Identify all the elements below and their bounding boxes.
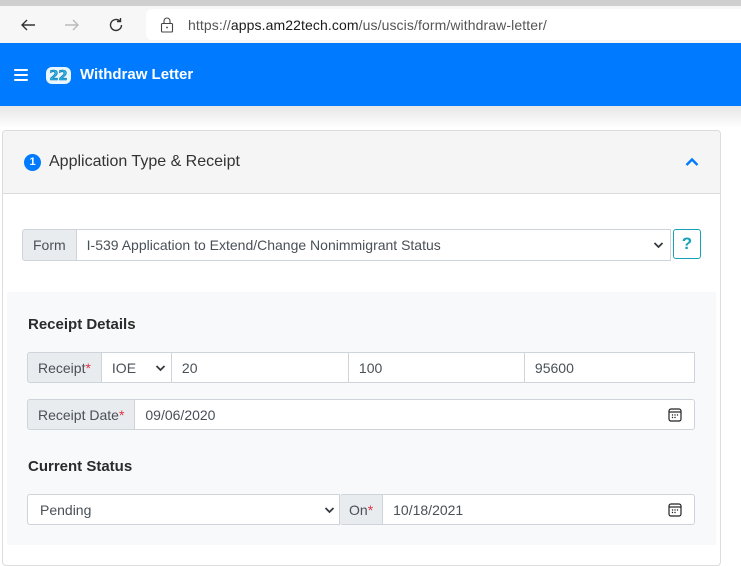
receipt-date-label-text: Receipt Date — [38, 406, 119, 423]
forward-arrow-icon — [65, 19, 79, 30]
receipt-number-row: Receipt * IOE 20 100 95600 — [27, 352, 695, 383]
url-text: https://apps.am22tech.com/us/uscis/form/… — [188, 17, 547, 33]
receipt-label: Receipt * — [27, 352, 102, 383]
browser-toolbar: https://apps.am22tech.com/us/uscis/form/… — [0, 6, 741, 43]
forward-button[interactable] — [50, 6, 94, 43]
url-prefix: https:// — [188, 16, 231, 33]
receipt-part2-input[interactable]: 100 — [348, 352, 525, 383]
app-header: 22 Withdraw Letter — [0, 43, 741, 106]
logo-text: 22 — [49, 69, 67, 84]
reload-icon — [109, 17, 123, 31]
reload-button[interactable] — [94, 6, 138, 43]
receipt-date-row: Receipt Date * 09/06/2020 — [27, 399, 695, 430]
required-mark: * — [118, 406, 125, 423]
form-field-row: Form I-539 Application to Extend/Change … — [22, 229, 701, 261]
receipt-date-label: Receipt Date * — [27, 399, 136, 430]
chevron-down-icon — [653, 242, 664, 249]
card-title: Application Type & Receipt — [49, 153, 240, 170]
calendar-icon[interactable] — [668, 408, 682, 422]
receipt-date-value: 09/06/2020 — [145, 406, 216, 423]
on-label: On * — [340, 494, 384, 525]
card-header[interactable]: 1 Application Type & Receipt — [3, 131, 720, 194]
status-date-input[interactable]: 10/18/2021 — [383, 494, 695, 525]
hamburger-icon[interactable] — [14, 68, 28, 81]
chevron-up-icon[interactable] — [684, 154, 700, 170]
status-select-value: Pending — [40, 501, 92, 518]
help-button[interactable]: ? — [673, 229, 701, 259]
receipt-part1-input[interactable]: 20 — [171, 352, 349, 383]
form-select[interactable]: I-539 Application to Extend/Change Nonim… — [76, 229, 671, 261]
receipt-date-input[interactable]: 09/06/2020 — [135, 399, 695, 430]
required-mark: * — [85, 359, 91, 376]
receipt-label-text: Receipt — [38, 359, 86, 376]
current-status-title: Current Status — [28, 458, 133, 475]
app-title: Withdraw Letter — [80, 66, 194, 83]
back-arrow-icon — [21, 19, 35, 30]
on-label-text: On — [349, 501, 368, 518]
calendar-icon[interactable] — [668, 503, 682, 517]
chevron-down-icon — [155, 364, 166, 371]
logo-icon[interactable]: 22 — [45, 65, 72, 85]
receipt-prefix-value: IOE — [111, 359, 137, 376]
current-status-row: Pending On * 10/18/2021 — [27, 494, 695, 525]
back-button[interactable] — [6, 6, 50, 43]
step-number-badge: 1 — [24, 153, 41, 171]
chevron-down-icon — [324, 506, 335, 513]
application-type-card: 1 Application Type & Receipt Form I-539 … — [2, 130, 721, 566]
url-path: /us/uscis/form/withdraw-letter/ — [358, 16, 547, 33]
header-shadow — [0, 106, 741, 128]
status-select[interactable]: Pending — [27, 494, 340, 525]
receipt-details-title: Receipt Details — [28, 316, 136, 333]
required-mark: * — [367, 501, 374, 518]
receipt-part3-input[interactable]: 95600 — [524, 352, 695, 383]
receipt-panel: Receipt Details Receipt * IOE 20 100 9560… — [7, 292, 716, 545]
address-bar[interactable]: https://apps.am22tech.com/us/uscis/form/… — [146, 9, 741, 40]
form-label: Form — [22, 229, 77, 261]
lock-icon — [160, 17, 174, 33]
receipt-prefix-select[interactable]: IOE — [101, 352, 172, 383]
url-host: apps.am22tech.com — [230, 16, 359, 33]
status-date-value: 10/18/2021 — [393, 501, 464, 518]
form-select-value: I-539 Application to Extend/Change Nonim… — [86, 237, 441, 253]
